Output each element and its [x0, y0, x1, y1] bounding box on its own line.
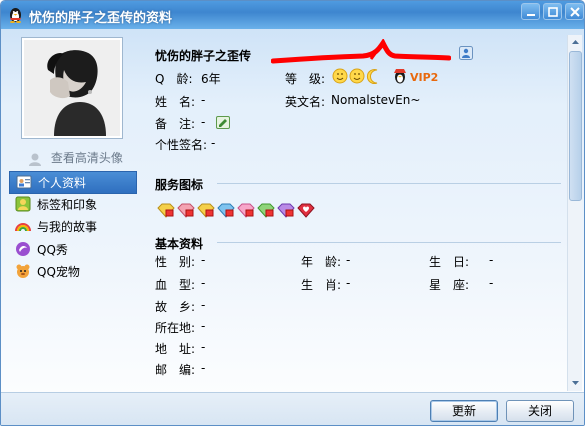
- diamond-yellow-icon: [157, 203, 175, 218]
- postcode-label: 邮 编:: [155, 363, 196, 377]
- vip-penguin-icon: [394, 69, 406, 84]
- birthday-label: 生 日:: [429, 255, 470, 269]
- birthday-value: -: [489, 253, 494, 267]
- sidebar-item-label: 与我的故事: [37, 220, 98, 234]
- sidebar-nav: 个人资料 标签和印象 与我的故事 QQ秀 QQ宠物: [9, 171, 137, 284]
- sidebar-item-qq-show[interactable]: QQ秀: [9, 239, 137, 262]
- blood-type-value: -: [201, 276, 206, 290]
- vip-badge[interactable]: VIP2: [410, 71, 438, 84]
- title-bar[interactable]: 忧伤的胖子之歪传的资料: [1, 1, 584, 29]
- diamond-yellow-icon: [197, 203, 215, 218]
- minimize-button[interactable]: [521, 3, 540, 20]
- constellation-value: -: [489, 276, 494, 290]
- profile-content[interactable]: 忧伤的胖子之歪传 Q 龄: 6年 等 级: VIP2 姓 名: - 英文名: N…: [141, 35, 567, 391]
- services-section-title: 服务图标: [155, 178, 204, 192]
- sidebar-item-label: 个人资料: [38, 176, 87, 190]
- profile-window: 忧伤的胖子之歪传的资料 查看高清头像 个人资料 标签和印象 与我的故事 QQ秀 …: [0, 0, 585, 426]
- sidebar-item-tags[interactable]: 标签和印象: [9, 194, 137, 217]
- sun-icon: [332, 68, 348, 84]
- qage-value: 6年: [201, 72, 221, 86]
- sidebar-item-profile[interactable]: 个人资料: [9, 171, 137, 194]
- location-label: 所在地:: [155, 321, 196, 335]
- qage-label: Q 龄:: [155, 72, 193, 86]
- note-value: -: [201, 115, 206, 129]
- close-button[interactable]: 关闭: [506, 400, 574, 422]
- avatar-frame[interactable]: [21, 37, 123, 139]
- scroll-down-icon[interactable]: [568, 375, 583, 390]
- diamond-red-icon: [177, 203, 195, 218]
- sidebar-item-qq-pet[interactable]: QQ宠物: [9, 261, 137, 284]
- close-window-button[interactable]: [565, 3, 584, 20]
- minimize-icon: [527, 14, 535, 16]
- qq-show-icon: [16, 241, 30, 256]
- note-label: 备 注:: [155, 117, 196, 131]
- sidebar-item-label: QQ秀: [37, 242, 68, 257]
- window-title: 忧伤的胖子之歪传的资料: [29, 11, 173, 26]
- qq-penguin-icon: [10, 8, 21, 23]
- red-scribble-redaction: [271, 39, 451, 64]
- sun-icon: [349, 68, 365, 84]
- english-name-value: NomalstevEn~: [331, 93, 421, 107]
- basic-info-section-title: 基本资料: [155, 237, 204, 251]
- avatar: [24, 40, 120, 136]
- level-label: 等 级:: [285, 72, 326, 86]
- address-value: -: [201, 340, 206, 354]
- zodiac-value: -: [346, 276, 351, 290]
- section-divider: [217, 242, 561, 243]
- maximize-icon: [548, 7, 558, 17]
- business-card-icon[interactable]: [459, 46, 473, 60]
- service-icons-row[interactable]: [157, 203, 317, 219]
- edit-note-icon[interactable]: [216, 116, 230, 129]
- diamond-purple-icon: [277, 203, 295, 218]
- qq-pet-icon: [16, 264, 30, 278]
- rainbow-icon: [15, 223, 31, 232]
- hometown-label: 故 乡:: [155, 300, 196, 314]
- tag-icon: [15, 196, 31, 211]
- signature-label: 个性签名:: [155, 138, 208, 152]
- name-label: 姓 名:: [155, 95, 196, 109]
- diamond-pink-icon: [237, 203, 255, 218]
- address-label: 地 址:: [155, 342, 196, 356]
- age-value: -: [346, 253, 351, 267]
- constellation-label: 星 座:: [429, 278, 470, 292]
- update-button[interactable]: 更新: [430, 400, 498, 422]
- hometown-value: -: [201, 298, 206, 312]
- blood-type-label: 血 型:: [155, 278, 196, 292]
- english-name-label: 英文名:: [285, 95, 326, 109]
- maximize-button[interactable]: [543, 3, 562, 20]
- gender-value: -: [201, 253, 206, 267]
- gender-label: 性 别:: [155, 255, 196, 269]
- section-divider: [217, 183, 561, 184]
- footer-bar: 更新 关闭: [1, 392, 584, 425]
- profile-card-icon: [16, 175, 32, 189]
- view-hd-avatar-label: 查看高清头像: [50, 151, 123, 165]
- scrollbar-thumb[interactable]: [569, 51, 582, 201]
- nickname: 忧伤的胖子之歪传: [155, 49, 252, 63]
- postcode-value: -: [201, 361, 206, 375]
- diamond-green-icon: [257, 203, 275, 218]
- name-value: -: [201, 93, 206, 107]
- heart-diamond-icon: [297, 203, 315, 218]
- scroll-up-icon[interactable]: [568, 35, 583, 50]
- sidebar-item-label: 标签和印象: [37, 197, 98, 212]
- location-value: -: [201, 319, 206, 333]
- age-label: 年 龄:: [301, 255, 342, 269]
- vertical-scrollbar[interactable]: [567, 35, 582, 391]
- zodiac-label: 生 肖:: [301, 278, 342, 292]
- signature-value: -: [211, 136, 216, 150]
- sidebar-item-story[interactable]: 与我的故事: [9, 216, 137, 239]
- moon-icon: [366, 69, 378, 84]
- hd-avatar-icon: [29, 153, 41, 166]
- view-hd-avatar-link[interactable]: 查看高清头像: [27, 149, 123, 166]
- close-icon: [570, 7, 580, 17]
- sidebar-item-label: QQ宠物: [37, 265, 80, 279]
- diamond-blue-icon: [217, 203, 235, 218]
